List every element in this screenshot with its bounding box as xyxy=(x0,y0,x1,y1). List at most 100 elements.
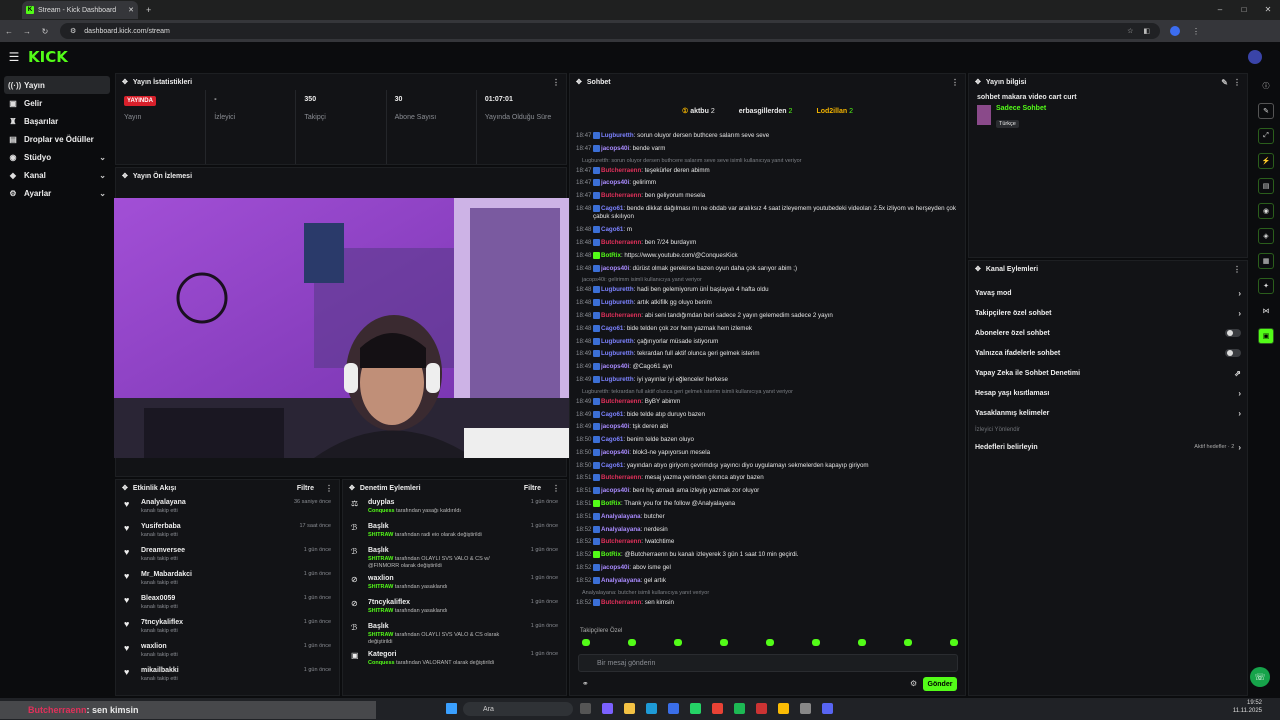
chat-username[interactable]: Cago61 xyxy=(601,411,623,418)
more-icon[interactable]: ⋮ xyxy=(1233,78,1241,87)
tools-icon[interactable]: ✦ xyxy=(1258,278,1274,294)
channel-action-0[interactable]: Yavaş mod › xyxy=(969,283,1247,303)
extension-icon[interactable]: ◧ xyxy=(1143,27,1150,35)
windows-start-icon[interactable] xyxy=(446,703,457,714)
chat-username[interactable]: BotRix xyxy=(601,500,621,507)
chat-message[interactable]: 18:49 Lugburetth: tekrardan full aktif ol… xyxy=(570,350,965,359)
channel-action-1[interactable]: Takipçilere özel sohbet › xyxy=(969,303,1247,323)
folder-icon[interactable] xyxy=(624,703,635,714)
chrome-icon[interactable] xyxy=(712,703,723,714)
layout-icon[interactable]: ▦ xyxy=(1258,253,1274,269)
sidebar-item-stream[interactable]: ((·)) Yayın xyxy=(4,76,110,94)
chat-username[interactable]: Cago61 xyxy=(601,325,623,332)
more-icon[interactable]: ⋮ xyxy=(951,78,959,87)
chat-message[interactable]: 18:48 Cago61: bide telden çok zor hem yaz… xyxy=(570,324,965,334)
category-name[interactable]: Sadece Sohbet xyxy=(996,105,1046,112)
app-icon[interactable] xyxy=(756,703,767,714)
chat-message[interactable]: 18:51 Analyalayana: butcher xyxy=(570,512,965,522)
close-icon[interactable]: ✕ xyxy=(128,6,134,14)
chat-input[interactable]: Bir mesaj gönderin xyxy=(578,654,958,672)
emote-icon[interactable] xyxy=(858,639,866,646)
list-item[interactable]: ♥ mikailbakki kanalı takip etti 1 gün önce xyxy=(116,664,339,688)
list-item[interactable]: ♥ 7tncykaliflex kanalı takip etti 1 gün önc… xyxy=(116,616,339,640)
whatsapp-icon[interactable] xyxy=(690,703,701,714)
chat-message[interactable]: 18:48 Cago61: m xyxy=(570,226,965,235)
chat-username[interactable]: jacops40i xyxy=(601,423,629,430)
file-icon[interactable]: ▤ xyxy=(1258,178,1274,194)
edit-icon[interactable]: ✎ xyxy=(1221,78,1228,87)
drag-icon[interactable]: ✥ xyxy=(122,78,128,86)
chat-icon[interactable]: ◉ xyxy=(1258,203,1274,219)
list-item[interactable]: ♥ waxlion kanalı takip etti 1 gün önce xyxy=(116,640,339,664)
list-item[interactable]: ▣ Kategori Conquess tarafından VALORANT ol… xyxy=(343,648,566,672)
list-item[interactable]: ⊘ 7tncykaliflex SHITRAW tarafından yasakla… xyxy=(343,596,566,620)
taskbar-search[interactable]: Ara xyxy=(463,702,573,716)
chat-message[interactable]: 18:50 Cago61: yayından atıyo giriyom çevr… xyxy=(570,461,965,471)
chat-username[interactable]: Lugburetth xyxy=(601,132,634,139)
taskview-icon[interactable] xyxy=(580,703,591,714)
edge-icon[interactable] xyxy=(646,703,657,714)
sidebar-item-studio[interactable]: ◉ Stüdyo ⌄ xyxy=(4,148,110,166)
chat-username[interactable]: Butcherraenn xyxy=(601,599,641,606)
back-icon[interactable]: ← xyxy=(0,27,18,36)
send-button[interactable]: Gönder xyxy=(923,677,957,691)
reload-icon[interactable]: ↻ xyxy=(36,27,54,36)
chat-message[interactable]: 18:47 Butcherraenn: ben geliyorum mesela xyxy=(570,192,965,201)
channel-action-4[interactable]: Yapay Zeka ile Sohbet Denetimi ⇗ xyxy=(969,363,1247,383)
chat-message[interactable]: 18:48 Butcherraenn: abi seni tandığımdan … xyxy=(570,311,965,321)
chat-message[interactable]: 18:47 Butcherraenn: teşekürler deren abim… xyxy=(570,166,965,176)
minimize-icon[interactable]: – xyxy=(1208,0,1232,20)
chat-username[interactable]: Lugburetth xyxy=(601,286,634,293)
chat-username[interactable]: jacops40i xyxy=(601,145,629,152)
menu-icon[interactable]: ⋮ xyxy=(1192,27,1200,36)
chat-username[interactable]: Butcherraenn xyxy=(601,539,641,546)
chat-username[interactable]: jacops40i xyxy=(601,265,629,272)
chat-message[interactable]: 18:48 Lugburetth: artık atkifilk gg oluyo… xyxy=(570,299,965,308)
settings-icon[interactable]: ⚙ xyxy=(910,679,917,688)
list-item[interactable]: ♥ Yusiferbaba kanalı takip etti 17 saat önc… xyxy=(116,520,339,544)
chat-message[interactable]: 18:48 Butcherraenn: ben 7/24 burdayım xyxy=(570,238,965,248)
chat-message[interactable]: 18:50 Cago61: benim telde bazen oluyo xyxy=(570,436,965,445)
drag-icon[interactable]: ✥ xyxy=(349,484,355,492)
chat-message[interactable]: 18:47 jacops40i: gelirimm xyxy=(570,179,965,188)
chat-message[interactable]: 18:48 jacops40i: dürüst olmak gerekirse b… xyxy=(570,264,965,274)
list-item[interactable]: ♥ Bleax0059 kanalı takip etti 1 gün önce xyxy=(116,592,339,616)
chat-message[interactable]: 18:51 jacops40i: beni hiç atmadı ama izle… xyxy=(570,487,965,496)
chat-username[interactable]: Butcherraenn xyxy=(601,239,641,246)
list-item[interactable]: ℬ Başlık SHITRAW tarafından radi eio olara… xyxy=(343,520,566,544)
drag-icon[interactable]: ✥ xyxy=(122,172,128,180)
chat-message[interactable]: 18:49 Butcherraenn: ByBY abimm xyxy=(570,397,965,407)
chat-message[interactable]: 18:48 Cago61: bende dikkat dağılması mı n… xyxy=(570,204,965,222)
chat-username[interactable]: Analyalayana xyxy=(601,526,641,533)
settings-app-icon[interactable] xyxy=(800,703,811,714)
chat-message[interactable]: 18:52 jacops40i: abov isme gel xyxy=(570,564,965,573)
list-item[interactable]: ♥ Dreamversee kanalı takip etti 1 gün önce xyxy=(116,544,339,568)
channel-action-2[interactable]: Abonelere özel sohbet xyxy=(969,323,1247,343)
hamburger-icon[interactable]: ☰ xyxy=(0,50,28,64)
chat-message[interactable]: 18:48 Lugburetth: çağırıyorlar müsade ist… xyxy=(570,337,965,347)
plugin-icon[interactable]: ▣ xyxy=(1258,328,1274,344)
emote-icon[interactable] xyxy=(582,639,590,646)
pencil-icon[interactable]: ✎ xyxy=(1258,103,1274,119)
chat-username[interactable]: Analyalayana xyxy=(601,577,641,584)
chat-message[interactable]: 18:48 BotRix: https://www.youtube.com/@Co… xyxy=(570,251,965,261)
chat-username[interactable]: Cago61 xyxy=(601,436,623,443)
chat-message[interactable]: 18:47 jacops40i: bende varm xyxy=(570,144,965,154)
chat-username[interactable]: BotRix xyxy=(601,551,621,558)
chat-username[interactable]: jacops40i xyxy=(601,363,629,370)
emote-icon[interactable] xyxy=(904,639,912,646)
maximize-icon[interactable]: □ xyxy=(1232,0,1256,20)
list-item[interactable]: ⚖ duyplas Conquess tarafından yasağı kaldı… xyxy=(343,496,566,520)
drag-icon[interactable]: ✥ xyxy=(975,265,981,273)
chat-message[interactable]: 18:51 Butcherraenn: mesaj yazma yerinden … xyxy=(570,474,965,483)
list-item[interactable]: ℬ Başlık SHITRAW tarafından OLAYLI SVS VAL… xyxy=(343,620,566,648)
emote-icon[interactable] xyxy=(950,639,958,646)
help-fab[interactable]: ☏ xyxy=(1250,667,1270,687)
drag-icon[interactable]: ✥ xyxy=(576,78,582,86)
more-icon[interactable]: ⋮ xyxy=(325,484,333,493)
chat-username[interactable]: jacops40i xyxy=(601,180,629,187)
chat-username[interactable]: Lugburetth xyxy=(601,338,634,345)
chat-message[interactable]: 18:52 Butcherraenn: !watchtime xyxy=(570,538,965,547)
stream-key-icon[interactable]: ◈ xyxy=(1258,228,1274,244)
discord-icon[interactable] xyxy=(822,703,833,714)
